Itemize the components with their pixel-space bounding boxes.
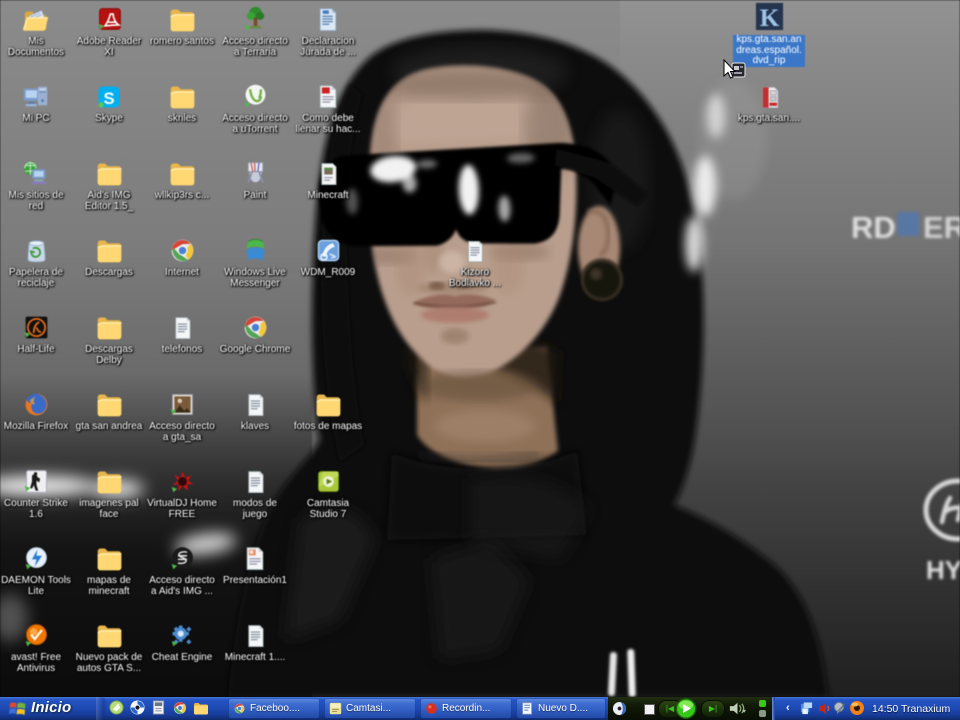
svg-text:RD: RD: [851, 210, 896, 245]
svg-text:HY: HY: [926, 555, 960, 585]
svg-text:ER: ER: [923, 210, 960, 245]
